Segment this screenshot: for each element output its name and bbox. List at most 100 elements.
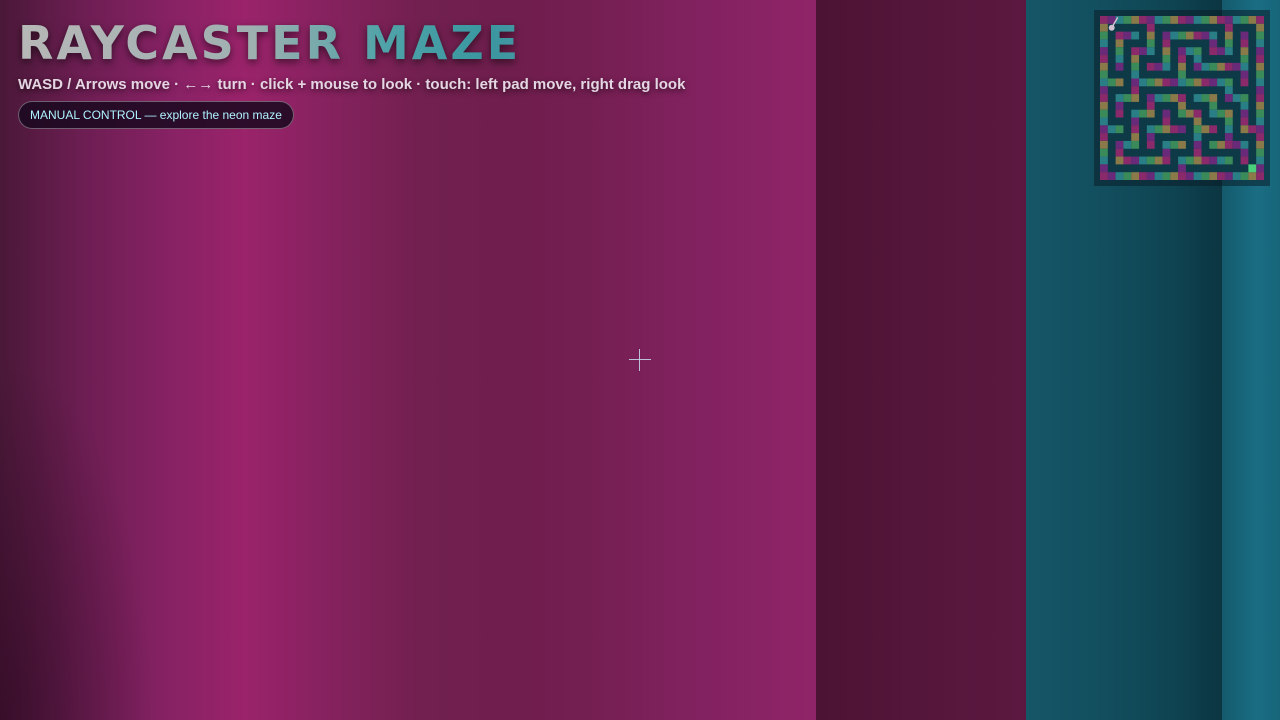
minimap-wall-cell (1240, 31, 1249, 40)
minimap-wall-cell (1209, 16, 1218, 24)
minimap-wall-cell (1217, 47, 1225, 56)
minimap-wall-cell (1217, 16, 1225, 24)
minimap-wall-cell (1224, 156, 1233, 165)
minimap-wall-cell (1217, 109, 1225, 118)
minimap-wall-cell (1146, 47, 1155, 56)
minimap-wall-cell (1232, 16, 1241, 24)
minimap-wall-cell (1178, 62, 1186, 71)
minimap-wall-cell (1256, 23, 1264, 32)
minimap-wall-cell (1146, 101, 1155, 110)
minimap-wall-cell (1217, 62, 1225, 71)
minimap-wall-cell (1115, 94, 1124, 102)
minimap-wall-cell (1232, 62, 1241, 71)
minimap-wall-cell (1162, 62, 1171, 71)
minimap-wall-cell (1185, 78, 1194, 87)
minimap-wall-cell (1178, 47, 1186, 56)
game-title: RAYCASTER MAZE (18, 18, 685, 68)
minimap-wall-cell (1131, 55, 1140, 63)
minimap-wall-cell (1248, 172, 1257, 180)
minimap-wall-cell (1131, 94, 1140, 102)
minimap-wall-cell (1170, 16, 1179, 24)
minimap-wall-cell (1146, 125, 1155, 134)
minimap-wall-cell (1201, 125, 1210, 134)
minimap-wall-cell (1100, 156, 1108, 165)
minimap-wall-cell (1193, 125, 1202, 134)
minimap-wall-cell (1146, 39, 1155, 48)
minimap-wall-cell (1131, 62, 1140, 71)
minimap-wall-cell (1162, 109, 1171, 118)
minimap-wall-cell (1217, 140, 1225, 149)
minimap-wall-cell (1240, 16, 1249, 24)
crosshair-icon (629, 349, 651, 371)
minimap-wall-cell (1201, 94, 1210, 102)
minimap-wall-cell (1178, 140, 1186, 149)
minimap-wall-cell (1193, 78, 1202, 87)
minimap-wall-cell (1139, 16, 1147, 24)
minimap-wall-cell (1240, 62, 1249, 71)
minimap-wall-cell (1201, 31, 1210, 40)
minimap-wall-cell (1100, 140, 1108, 149)
minimap-wall-cell (1193, 172, 1202, 180)
minimap-wall-cell (1146, 133, 1155, 141)
minimap-wall-cell (1107, 125, 1116, 134)
minimap-wall-cell (1224, 172, 1233, 180)
minimap-wall-cell (1162, 47, 1171, 56)
minimap-wall-cell (1256, 94, 1264, 102)
minimap-wall-cell (1123, 172, 1132, 180)
minimap-wall-cell (1240, 117, 1249, 126)
minimap-wall-cell (1115, 62, 1124, 71)
minimap-wall-cell (1154, 172, 1163, 180)
minimap-wall-cell (1240, 78, 1249, 87)
minimap-wall-cell (1178, 101, 1186, 110)
minimap-wall-cell (1115, 148, 1124, 157)
minimap-wall-cell (1131, 140, 1140, 149)
minimap-wall-cell (1154, 16, 1163, 24)
minimap-wall-cell (1162, 156, 1171, 165)
minimap-wall-cell (1154, 62, 1163, 71)
minimap-wall-cell (1256, 78, 1264, 87)
minimap-wall-cell (1193, 62, 1202, 71)
minimap-wall-cell (1240, 47, 1249, 56)
minimap-wall-cell (1256, 70, 1264, 79)
minimap-wall-cell (1162, 16, 1171, 24)
minimap-wall-cell (1100, 109, 1108, 118)
minimap-wall-cell (1224, 125, 1233, 134)
minimap-wall-cell (1162, 140, 1171, 149)
minimap-wall-cell (1256, 140, 1264, 149)
minimap-exit-marker (1248, 164, 1257, 173)
minimap-wall-cell (1185, 156, 1194, 165)
minimap-wall-cell (1240, 140, 1249, 149)
minimap-wall-cell (1170, 125, 1179, 134)
minimap-wall-cell (1115, 78, 1124, 87)
minimap-wall-cell (1256, 86, 1264, 95)
minimap-wall-cell (1193, 133, 1202, 141)
minimap-wall-cell (1178, 164, 1186, 173)
minimap-wall-cell (1248, 16, 1257, 24)
minimap-wall-cell (1131, 117, 1140, 126)
minimap-wall-cell (1240, 55, 1249, 63)
minimap-wall-cell (1154, 156, 1163, 165)
minimap-wall-cell (1209, 31, 1218, 40)
minimap-wall-cell (1131, 86, 1140, 95)
minimap-wall-cell (1209, 109, 1218, 118)
minimap-wall-cell (1100, 16, 1108, 24)
minimap-wall-cell (1139, 78, 1147, 87)
minimap-wall-cell (1170, 31, 1179, 40)
minimap-wall-cell (1224, 86, 1233, 95)
minimap-wall-cell (1131, 78, 1140, 87)
minimap-wall-cell (1146, 16, 1155, 24)
hud-panel: RAYCASTER MAZE WASD / Arrows move · ←→ t… (18, 18, 685, 129)
minimap-wall-cell (1170, 78, 1179, 87)
minimap-wall-cell (1232, 172, 1241, 180)
minimap-wall-cell (1256, 164, 1264, 173)
minimap-wall-cell (1100, 23, 1108, 32)
minimap-wall-cell (1115, 47, 1124, 56)
minimap-wall-cell (1185, 109, 1194, 118)
minimap-wall-cell (1154, 94, 1163, 102)
minimap-wall-cell (1154, 125, 1163, 134)
minimap-wall-cell (1178, 156, 1186, 165)
minimap-wall-cell (1256, 55, 1264, 63)
minimap-wall-cell (1178, 109, 1186, 118)
minimap-wall-cell (1178, 31, 1186, 40)
minimap-wall-cell (1115, 31, 1124, 40)
